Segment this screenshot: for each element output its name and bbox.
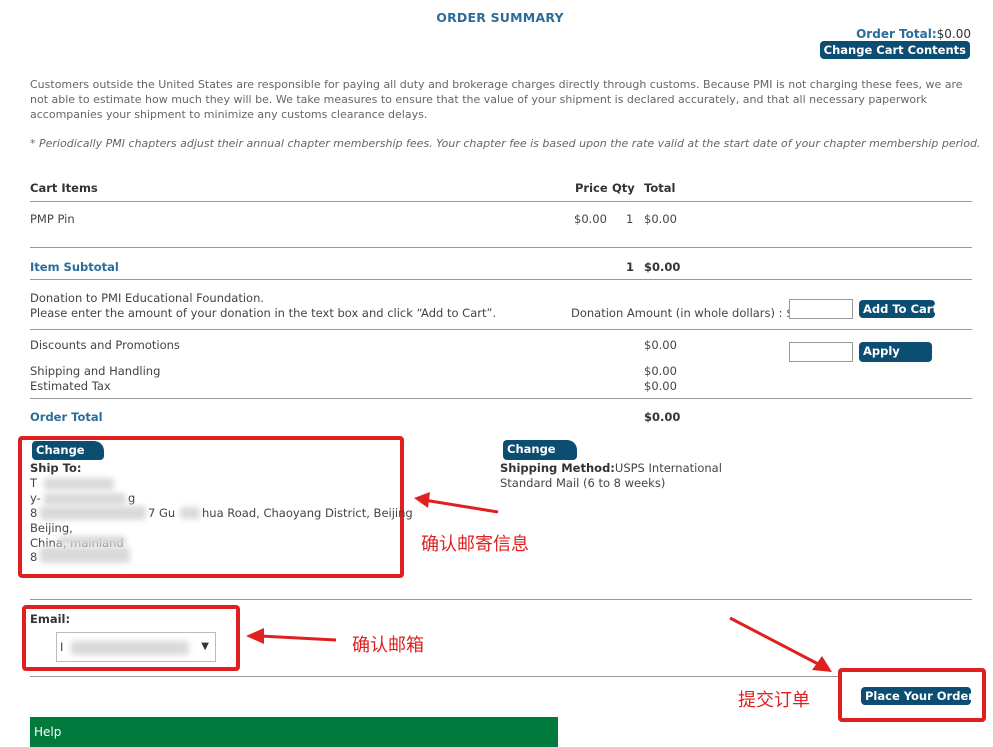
chapter-fee-note: * Periodically PMI chapters adjust their… <box>30 137 981 150</box>
redacted-block <box>44 478 114 490</box>
discounts-label: Discounts and Promotions <box>30 338 180 352</box>
shipping-method-label: Shipping Method: <box>500 461 615 475</box>
ship-to-line-2: y- <box>30 491 41 505</box>
donation-amount-label: Donation Amount (in whole dollars) : $ <box>571 306 794 320</box>
cart-item-price: $0.00 <box>574 212 607 226</box>
divider <box>30 599 972 600</box>
redacted-block <box>180 507 200 519</box>
divider <box>30 247 972 248</box>
item-subtotal-qty: 1 <box>626 260 635 274</box>
place-your-order-button[interactable]: Place Your Order <box>861 687 974 705</box>
redacted-block <box>58 536 126 545</box>
order-total-value-row: $0.00 <box>644 410 681 424</box>
ship-to-label: Ship To: <box>30 461 82 475</box>
shipping-method-value-2: Standard Mail (6 to 8 weeks) <box>500 476 666 490</box>
arrow-down-right-icon <box>729 616 832 672</box>
confirm-email-annotation: 确认邮箱 <box>352 635 424 656</box>
tax-value: $0.00 <box>644 379 677 393</box>
add-to-cart-button[interactable]: Add To Cart <box>859 300 938 318</box>
donation-amount-input[interactable] <box>789 299 853 319</box>
email-value-prefix: I <box>60 640 64 654</box>
submit-order-annotation: 提交订单 <box>738 690 810 711</box>
order-total-value: $0.00 <box>936 27 971 41</box>
col-cart-items: Cart Items <box>30 181 98 195</box>
redacted-block <box>44 493 126 505</box>
chevron-down-icon: ▼ <box>201 641 209 652</box>
order-total-summary: Order Total:$0.00 <box>856 27 971 41</box>
email-select[interactable]: I ▼ <box>56 632 216 662</box>
redacted-block <box>40 547 130 563</box>
order-total-label: Order Total: <box>856 27 937 41</box>
discounts-value: $0.00 <box>644 338 677 352</box>
ship-to-line-3-prefix: 8 <box>30 506 38 520</box>
page-title: ORDER SUMMARY <box>436 10 564 25</box>
item-subtotal-label: Item Subtotal <box>30 260 119 274</box>
divider <box>30 329 972 330</box>
ship-to-change-button[interactable]: Change <box>32 441 104 460</box>
help-bar[interactable]: Help <box>30 717 558 747</box>
col-qty: Qty <box>612 181 635 195</box>
ship-to-line-6: 8 <box>30 550 38 564</box>
ship-to-line-1: T <box>30 476 38 490</box>
divider <box>30 676 838 677</box>
shipping-method-value: USPS International <box>614 461 722 475</box>
promo-code-input[interactable] <box>789 342 853 362</box>
donation-line-1: Donation to PMI Educational Foundation. <box>30 291 265 305</box>
tax-label: Estimated Tax <box>30 379 111 393</box>
ship-to-line-2-tail: g <box>128 491 136 505</box>
apply-button[interactable]: Apply <box>859 342 932 362</box>
redacted-block <box>71 641 189 655</box>
col-price: Price <box>575 181 608 195</box>
cart-item-total: $0.00 <box>644 212 677 226</box>
arrow-left-icon <box>414 492 499 514</box>
shipping-label: Shipping and Handling <box>30 364 161 378</box>
item-subtotal-total: $0.00 <box>644 260 681 274</box>
change-cart-contents-button[interactable]: Change Cart Contents <box>819 41 970 59</box>
redacted-block <box>40 506 146 520</box>
divider <box>30 279 972 280</box>
ship-to-line-3-tail: hua Road, Chaoyang District, Beijing <box>202 506 413 520</box>
ship-to-line-4: Beijing, <box>30 521 73 535</box>
donation-line-2: Please enter the amount of your donation… <box>30 306 497 320</box>
divider <box>30 398 972 399</box>
email-label: Email: <box>30 612 71 626</box>
order-total-label-row: Order Total <box>30 410 103 424</box>
help-label: Help <box>34 725 62 739</box>
shipping-method-info: Shipping Method:USPS International <box>500 461 722 475</box>
col-total: Total <box>644 181 676 195</box>
cart-item-name: PMP Pin <box>30 212 75 226</box>
confirm-address-annotation: 确认邮寄信息 <box>421 534 529 555</box>
shipping-method-change-button[interactable]: Change <box>503 440 577 460</box>
arrow-left-icon <box>246 628 337 644</box>
ship-to-line-3-mid: 7 Gu <box>148 506 176 520</box>
shipping-value: $0.00 <box>644 364 677 378</box>
divider <box>30 201 972 202</box>
customs-notice: Customers outside the United States are … <box>30 78 963 121</box>
cart-item-qty: 1 <box>626 212 634 226</box>
